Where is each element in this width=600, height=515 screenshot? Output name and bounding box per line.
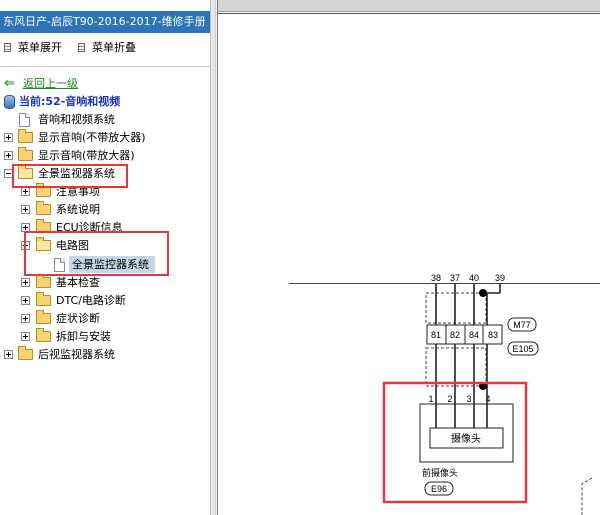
tree-item-label: 拆卸与安装 xyxy=(56,330,111,343)
folder-icon xyxy=(18,147,33,161)
tree-item-label: 显示音响(带放大器) xyxy=(38,149,135,162)
tree-item-symptom-diagnosis[interactable]: 症状诊断 xyxy=(0,310,210,327)
terminal-number: 82 xyxy=(450,330,460,340)
tree-toolbar: 菜单展开 菜单折叠 xyxy=(0,37,210,57)
folder-icon xyxy=(36,201,51,215)
terminal-number: 84 xyxy=(469,330,479,340)
tree-item-label: 音响和视频系统 xyxy=(38,113,115,126)
connector-shield xyxy=(425,292,487,324)
expand-toggle-icon[interactable] xyxy=(4,350,13,359)
expand-toggle-icon[interactable] xyxy=(21,332,30,341)
tree-item-removal-installation[interactable]: 拆卸与安装 xyxy=(0,328,210,345)
tree-item-dtc-circuit-diagnosis[interactable]: DTC/电路诊断 xyxy=(0,292,210,309)
folder-icon xyxy=(36,328,51,342)
expand-toggle-icon[interactable] xyxy=(4,151,13,160)
pin-number: 2 xyxy=(447,394,452,404)
wire-number-label: 38 xyxy=(431,273,441,283)
tree-item-label: 基本检查 xyxy=(56,276,100,289)
wiring-diagram: 38 37 40 39 81 82 84 83 M77 E105 1 2 3 4… xyxy=(382,273,593,515)
component-tag-label: E96 xyxy=(431,484,447,494)
annotation-box-around-view xyxy=(12,164,128,188)
current-node-label: 当前:52-音响和视频 xyxy=(19,95,121,108)
expand-menu-button[interactable]: 菜单展开 xyxy=(4,40,62,56)
tree-item-label: DTC/电路诊断 xyxy=(56,294,126,307)
adjacent-component-outline xyxy=(581,477,593,515)
tree-item-rear-view-monitor[interactable]: 后视监视器系统 xyxy=(0,346,210,363)
toolbar-divider xyxy=(0,66,210,67)
document-icon xyxy=(4,43,11,52)
app-window: 东风日产-启辰T90-2016-2017-维修手册 菜单展开 菜单折叠 ⇐ 返回… xyxy=(0,0,600,515)
expand-toggle-icon[interactable] xyxy=(21,187,30,196)
expand-toggle-icon[interactable] xyxy=(21,314,30,323)
expand-toggle-icon[interactable] xyxy=(21,278,30,287)
tree-item-label: 后视监视器系统 xyxy=(38,348,115,361)
component-label: 摄像头 xyxy=(451,432,481,445)
tree-item-label: 显示音响(不带放大器) xyxy=(38,131,146,144)
folder-icon xyxy=(18,346,33,360)
expand-toggle-icon[interactable] xyxy=(21,205,30,214)
tree-item-label: 系统说明 xyxy=(56,203,100,216)
tree-item-basic-inspection[interactable]: 基本检查 xyxy=(0,274,210,291)
collapse-menu-button[interactable]: 菜单折叠 xyxy=(78,40,136,56)
wire-number-label: 37 xyxy=(450,273,460,283)
connector-tag-label: M77 xyxy=(513,320,531,330)
wire-number-label: 39 xyxy=(495,273,505,283)
collapse-menu-label: 菜单折叠 xyxy=(92,41,136,54)
window-title: 东风日产-启辰T90-2016-2017-维修手册 xyxy=(0,11,210,33)
expand-menu-label: 菜单展开 xyxy=(18,41,62,54)
database-icon xyxy=(4,95,15,109)
pin-number: 3 xyxy=(466,394,471,404)
back-arrow-icon: ⇐ xyxy=(4,76,15,91)
pin-number: 1 xyxy=(428,394,433,404)
terminal-number: 81 xyxy=(431,330,441,340)
expand-toggle-icon[interactable] xyxy=(21,296,30,305)
terminal-number: 83 xyxy=(488,330,498,340)
tree-item-display-audio-no-amp[interactable]: 显示音响(不带放大器) xyxy=(0,129,210,146)
expand-toggle-icon[interactable] xyxy=(4,133,13,142)
splice-point xyxy=(479,289,487,297)
back-link-label: 返回上一级 xyxy=(23,77,78,90)
tree-item-system-description[interactable]: 系统说明 xyxy=(0,201,210,218)
document-viewer: 38 37 40 39 81 82 84 83 M77 E105 1 2 3 4… xyxy=(217,0,600,515)
folder-icon xyxy=(36,292,51,306)
document-icon xyxy=(19,113,30,127)
folder-icon xyxy=(18,129,33,143)
nav-panel: 东风日产-启辰T90-2016-2017-维修手册 菜单展开 菜单折叠 ⇐ 返回… xyxy=(0,0,210,515)
component-name: 前摄像头 xyxy=(422,467,458,478)
connector-tag-label: E105 xyxy=(512,344,533,354)
annotation-box-wiring-diagram xyxy=(24,231,169,276)
folder-icon xyxy=(36,310,51,324)
tree-item-display-audio-with-amp[interactable]: 显示音响(带放大器) xyxy=(0,147,210,164)
tree-item-label: 症状诊断 xyxy=(56,312,100,325)
folder-icon xyxy=(36,274,51,288)
document-icon xyxy=(78,43,85,52)
wire-number-label: 40 xyxy=(469,273,479,283)
connector-shield xyxy=(425,347,487,387)
tree-item-audio-video-system[interactable]: 音响和视频系统 xyxy=(0,112,210,128)
